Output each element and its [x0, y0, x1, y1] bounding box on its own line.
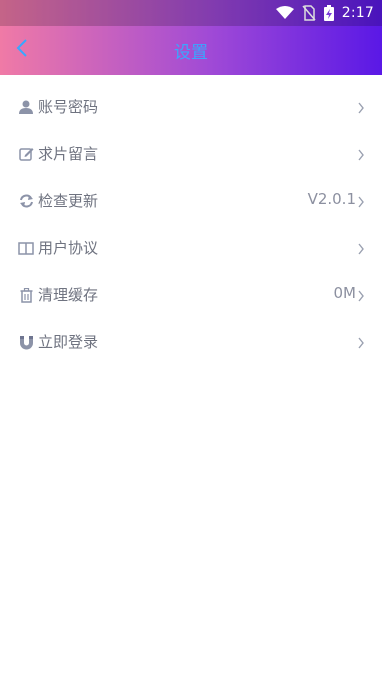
settings-item-label: 账号密码: [38, 98, 99, 116]
book-icon: [18, 240, 34, 256]
settings-item-login[interactable]: 立即登录: [0, 319, 382, 366]
settings-item-user-agreement[interactable]: 用户协议: [0, 225, 382, 272]
settings-item-account-password[interactable]: 账号密码: [0, 84, 382, 131]
refresh-icon: [18, 193, 34, 209]
chevron-right-icon: [357, 240, 365, 255]
version-value: V2.0.1: [307, 190, 356, 208]
cache-size-value: 0M: [333, 284, 357, 302]
edit-icon: [18, 146, 34, 162]
title-bar: 设置: [0, 26, 382, 75]
status-icons: 2:17: [275, 3, 374, 23]
app-header: 2:17 设置: [0, 0, 382, 75]
battery-charging-icon: [323, 5, 334, 21]
status-time: 2:17: [341, 5, 374, 21]
wifi-icon: [275, 6, 294, 20]
settings-item-check-update[interactable]: 检查更新 V2.0.1: [0, 178, 382, 225]
settings-item-label: 清理缓存: [38, 286, 99, 304]
page-title: 设置: [174, 43, 208, 63]
settings-list: 账号密码 求片留言 检查更新 V2.0.1 用户协议 清理缓存 0M 立即登录: [0, 84, 382, 366]
no-sim-icon: [302, 5, 316, 21]
settings-item-clear-cache[interactable]: 清理缓存 0M: [0, 272, 382, 319]
chevron-right-icon: [357, 334, 365, 349]
settings-item-label: 求片留言: [38, 145, 99, 163]
settings-item-label: 检查更新: [38, 192, 99, 210]
user-icon: [18, 99, 34, 115]
settings-item-request-message[interactable]: 求片留言: [0, 131, 382, 178]
trash-icon: [18, 287, 34, 303]
chevron-right-icon: [357, 287, 365, 302]
magnet-icon: [18, 334, 34, 350]
settings-item-label: 用户协议: [38, 239, 99, 257]
chevron-right-icon: [357, 146, 365, 161]
chevron-right-icon: [357, 99, 365, 114]
settings-item-label: 立即登录: [38, 333, 99, 351]
chevron-right-icon: [357, 193, 365, 208]
status-bar: 2:17: [0, 0, 382, 26]
